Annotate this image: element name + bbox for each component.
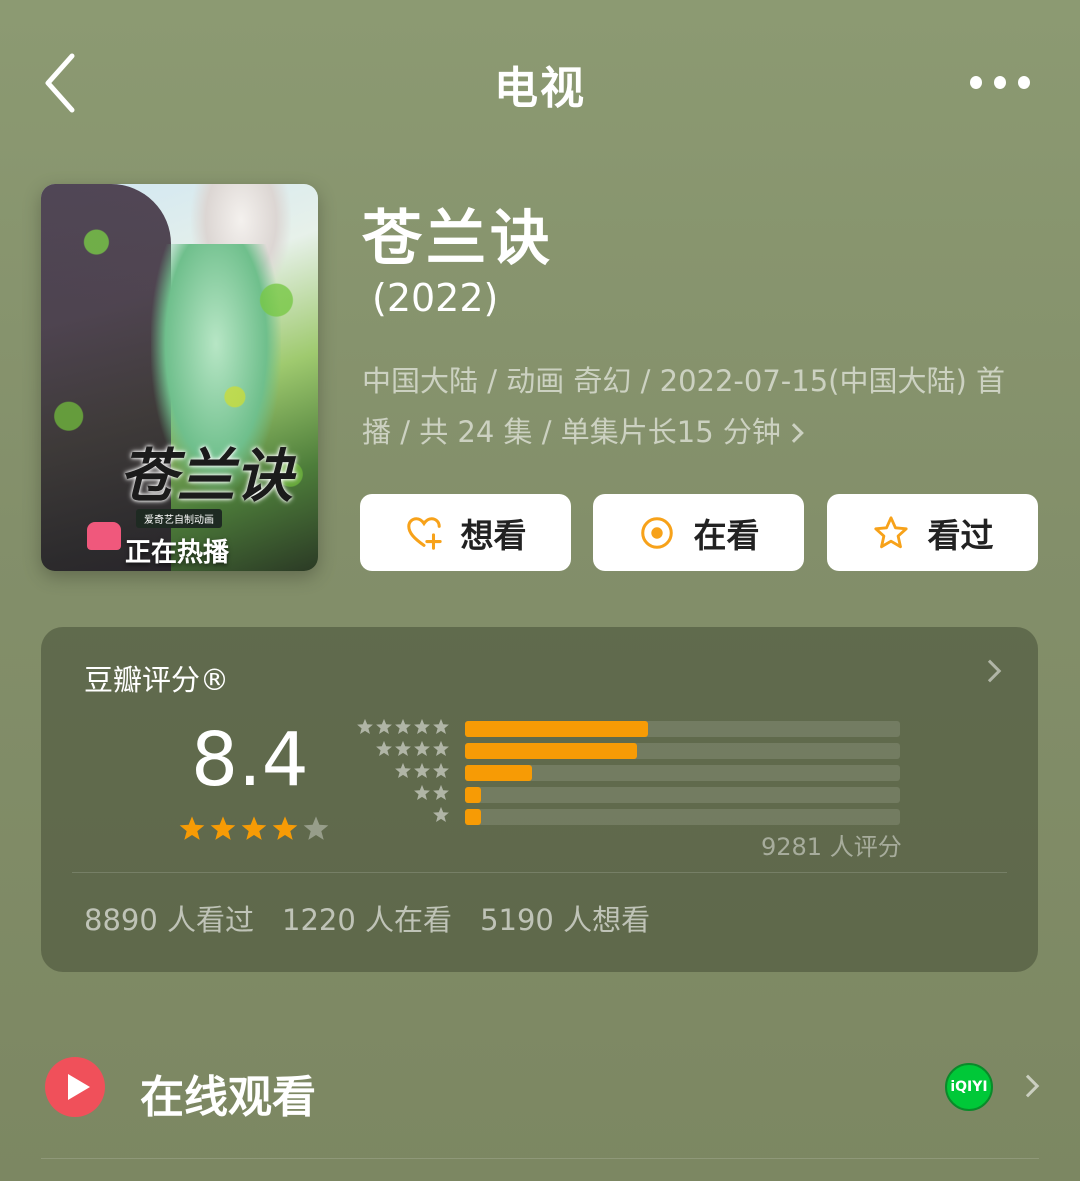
more-button[interactable] <box>970 70 1030 94</box>
meta-line-2: 播 / 共 24 集 / 单集片长15 分钟 <box>362 415 781 449</box>
star-icon <box>241 816 267 840</box>
distribution-row <box>351 717 911 739</box>
watch-online-label: 在线观看 <box>140 1072 316 1123</box>
meta-line-1: 中国大陆 / 动画 奇幻 / 2022-07-15(中国大陆) 首 <box>362 364 1006 398</box>
star-icon <box>433 784 449 801</box>
star-icon <box>395 718 411 735</box>
poster-badge <box>87 522 121 550</box>
poster-subtitle: 爱奇艺自制动画 <box>136 509 222 528</box>
star-icon <box>303 816 329 840</box>
distribution-bar <box>465 743 637 759</box>
wish-count: 5190 人想看 <box>480 903 651 937</box>
want-to-watch-label: 想看 <box>460 515 527 555</box>
distribution-track <box>465 787 900 803</box>
distribution-row <box>351 783 911 805</box>
distribution-track <box>465 743 900 759</box>
star-outline-icon <box>873 515 908 548</box>
watched-button[interactable]: 看过 <box>827 494 1038 571</box>
star-icon <box>179 816 205 840</box>
star-icon <box>433 718 449 735</box>
star-icon <box>395 740 411 757</box>
star-icon <box>433 740 449 757</box>
heart-plus-icon <box>406 516 442 550</box>
chevron-right-icon <box>783 423 804 443</box>
poster-status: 正在热播 <box>125 538 230 568</box>
distribution-track <box>465 809 900 825</box>
rating-label: 豆瓣评分® <box>84 663 230 697</box>
star-icon <box>414 762 430 779</box>
star-icon <box>414 718 430 735</box>
star-icon <box>414 740 430 757</box>
want-to-watch-button[interactable]: 想看 <box>360 494 571 571</box>
poster-title: 苍兰诀 <box>119 442 294 510</box>
distribution-stars <box>394 762 450 780</box>
rater-count: 9281 人评分 <box>761 833 902 861</box>
star-icon <box>376 740 392 757</box>
iqiyi-logo-icon: iQIYI <box>945 1063 993 1111</box>
target-icon <box>640 516 673 549</box>
page-title: 电视 <box>494 63 586 114</box>
chevron-right-icon[interactable] <box>978 659 1002 683</box>
star-icon <box>376 718 392 735</box>
more-dots-icon <box>970 75 982 89</box>
distribution-row <box>351 805 911 827</box>
distribution-stars <box>356 718 450 736</box>
show-year: (2022) <box>372 276 499 320</box>
distribution-track <box>465 765 900 781</box>
watching-label: 在看 <box>693 515 760 555</box>
rating-card[interactable]: 豆瓣评分® 8.4 9281 人评分 8890 人看过 1220 人在看 519… <box>41 627 1038 972</box>
watched-count: 8890 人看过 <box>84 903 255 937</box>
distribution-bar <box>465 787 482 803</box>
watching-count: 1220 人在看 <box>282 903 453 937</box>
rating-score: 8.4 <box>191 717 309 803</box>
show-title: 苍兰诀 <box>362 204 554 274</box>
watched-label: 看过 <box>927 515 994 555</box>
distribution-track <box>465 721 900 737</box>
distribution-stars <box>413 784 450 802</box>
distribution-stars <box>375 740 450 758</box>
distribution-row <box>351 761 911 783</box>
star-icon <box>272 816 298 840</box>
chevron-right-icon <box>1016 1074 1040 1098</box>
star-icon <box>357 718 373 735</box>
distribution-row <box>351 739 911 761</box>
star-icon <box>210 816 236 840</box>
viewer-counts: 8890 人看过 1220 人在看 5190 人想看 <box>84 897 650 939</box>
rating-stars <box>178 815 330 843</box>
distribution-stars <box>432 806 450 824</box>
star-icon <box>433 762 449 779</box>
watch-online-row[interactable]: 在线观看 iQIYI <box>45 1055 1045 1123</box>
distribution-bar <box>465 809 482 825</box>
star-icon <box>395 762 411 779</box>
divider <box>72 872 1007 873</box>
star-icon <box>433 806 449 823</box>
poster-image[interactable]: 苍兰诀 爱奇艺自制动画 正在热播 <box>41 184 318 571</box>
play-icon <box>45 1057 105 1117</box>
star-icon <box>414 784 430 801</box>
watching-button[interactable]: 在看 <box>593 494 804 571</box>
show-meta[interactable]: 中国大陆 / 动画 奇幻 / 2022-07-15(中国大陆) 首 播 / 共 … <box>362 356 1042 458</box>
distribution-bar <box>465 721 648 737</box>
distribution-bar <box>465 765 533 781</box>
divider <box>41 1158 1039 1159</box>
